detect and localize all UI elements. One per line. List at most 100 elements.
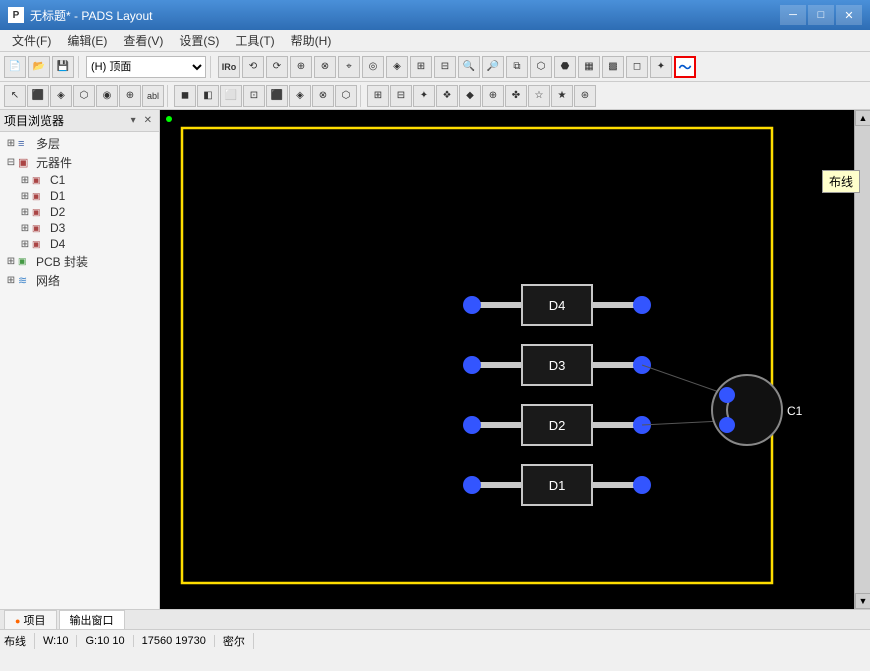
toolbar-1: 📄 📂 💾 (H) 顶面 IRo ⟲ ⟳ ⊕ ⊗ ⌖ ◎ ◈ ⊞ ⊟ 🔍 🔎 ⧉… (0, 52, 870, 82)
status-w: W:10 (43, 635, 77, 647)
tb-a10[interactable]: 🔍 (458, 56, 480, 78)
canvas-area[interactable]: D4 D3 D2 (160, 110, 870, 609)
tab-output[interactable]: 输出窗口 (59, 610, 125, 629)
tb-a1[interactable]: ⟲ (242, 56, 264, 78)
tb-a11[interactable]: 🔎 (482, 56, 504, 78)
bottom-tabs: ● 项目 输出窗口 (0, 609, 870, 629)
tb2-13[interactable]: ⊗ (312, 85, 334, 107)
tb-a5[interactable]: ⌖ (338, 56, 360, 78)
tb-a8[interactable]: ⊞ (410, 56, 432, 78)
tree-item-d4[interactable]: ⊞ ▣ D4 (0, 236, 159, 252)
tb2-12[interactable]: ◈ (289, 85, 311, 107)
sidebar-float-btn[interactable]: ✕ (141, 114, 155, 127)
expand-icon-comp[interactable]: ⊟ (4, 157, 18, 168)
tb2-6[interactable]: abl (142, 85, 164, 107)
tb2-19[interactable]: ◆ (459, 85, 481, 107)
tb-a14[interactable]: ⬣ (554, 56, 576, 78)
tb-a13[interactable]: ⬡ (530, 56, 552, 78)
tb2-8[interactable]: ◧ (197, 85, 219, 107)
menu-file[interactable]: 文件(F) (4, 30, 59, 51)
tb-a18[interactable]: ✦ (650, 56, 672, 78)
status-mode-label: 布线 (4, 633, 26, 649)
multilayer-label: 多层 (36, 135, 60, 152)
pcb-canvas: D4 D3 D2 (160, 110, 854, 609)
scroll-up-btn[interactable]: ▲ (855, 110, 870, 126)
tb2-14[interactable]: ⬡ (335, 85, 357, 107)
tree-item-pcb[interactable]: ⊞ ▣ PCB 封装 (0, 252, 159, 271)
layer-select[interactable]: (H) 顶面 (86, 56, 206, 78)
sidebar-pin-btn[interactable]: ▾ (128, 114, 139, 127)
tb2-7[interactable]: ◼ (174, 85, 196, 107)
tb2-20[interactable]: ⊕ (482, 85, 504, 107)
tree-item-c1[interactable]: ⊞ ▣ C1 (0, 172, 159, 188)
select-tool[interactable]: ↖ (4, 85, 26, 107)
open-button[interactable]: 📂 (28, 56, 50, 78)
sidebar-controls[interactable]: ▾ ✕ (128, 114, 155, 127)
multilayer-icon: ≡ (18, 138, 34, 150)
status-w-label: W:10 (43, 635, 68, 647)
expand-pcb[interactable]: ⊞ (4, 256, 18, 267)
app-icon: P (8, 7, 24, 23)
route-button[interactable]: 〜 (674, 56, 696, 78)
tree-item-d2[interactable]: ⊞ ▣ D2 (0, 204, 159, 220)
tb-a3[interactable]: ⊕ (290, 56, 312, 78)
tree-item-components[interactable]: ⊟ ▣ 元器件 (0, 153, 159, 172)
tree-item-d1[interactable]: ⊞ ▣ D1 (0, 188, 159, 204)
svg-text:D2: D2 (549, 418, 566, 433)
expand-icon[interactable]: ⊞ (4, 138, 18, 149)
tb-a12[interactable]: ⧉ (506, 56, 528, 78)
tb-a9[interactable]: ⊟ (434, 56, 456, 78)
tb-a2[interactable]: ⟳ (266, 56, 288, 78)
new-button[interactable]: 📄 (4, 56, 26, 78)
tb2-23[interactable]: ★ (551, 85, 573, 107)
tb-a7[interactable]: ◈ (386, 56, 408, 78)
tb-iro[interactable]: IRo (218, 56, 240, 78)
tb-a4[interactable]: ⊗ (314, 56, 336, 78)
minimize-button[interactable]: ─ (780, 5, 806, 25)
tb-a17[interactable]: ◻ (626, 56, 648, 78)
tb2-21[interactable]: ✤ (505, 85, 527, 107)
status-unit: 密尔 (223, 633, 254, 649)
scroll-down-btn[interactable]: ▼ (855, 593, 870, 609)
tb2-9[interactable]: ⬜ (220, 85, 242, 107)
expand-d1[interactable]: ⊞ (18, 191, 32, 202)
tb2-18[interactable]: ❖ (436, 85, 458, 107)
menu-tools[interactable]: 工具(T) (227, 30, 282, 51)
tb-a16[interactable]: ▩ (602, 56, 624, 78)
status-bar: 布线 W:10 G:10 10 17560 19730 密尔 (0, 629, 870, 651)
expand-net[interactable]: ⊞ (4, 275, 18, 286)
tb2-11[interactable]: ⬛ (266, 85, 288, 107)
tree-item-d3[interactable]: ⊞ ▣ D3 (0, 220, 159, 236)
d4-icon: ▣ (32, 239, 48, 250)
tb2-3[interactable]: ⬡ (73, 85, 95, 107)
expand-d2[interactable]: ⊞ (18, 207, 32, 218)
sidebar-content: ⊞ ≡ 多层 ⊟ ▣ 元器件 ⊞ ▣ C1 ⊞ ▣ D1 (0, 132, 159, 609)
tree-item-multilayer[interactable]: ⊞ ≡ 多层 (0, 134, 159, 153)
expand-d3[interactable]: ⊞ (18, 223, 32, 234)
menu-edit[interactable]: 编辑(E) (59, 30, 115, 51)
expand-d4[interactable]: ⊞ (18, 239, 32, 250)
save-button[interactable]: 💾 (52, 56, 74, 78)
tb2-17[interactable]: ✦ (413, 85, 435, 107)
expand-c1[interactable]: ⊞ (18, 175, 32, 186)
tb2-22[interactable]: ☆ (528, 85, 550, 107)
menu-settings[interactable]: 设置(S) (171, 30, 227, 51)
menu-help[interactable]: 帮助(H) (283, 30, 340, 51)
tb2-24[interactable]: ⊛ (574, 85, 596, 107)
window-controls[interactable]: ─ □ ✕ (780, 5, 862, 25)
tb2-15[interactable]: ⊞ (367, 85, 389, 107)
tb2-4[interactable]: ◉ (96, 85, 118, 107)
tb2-5[interactable]: ⊕ (119, 85, 141, 107)
tb2-10[interactable]: ⊡ (243, 85, 265, 107)
tb2-16[interactable]: ⊟ (390, 85, 412, 107)
close-button[interactable]: ✕ (836, 5, 862, 25)
tb2-1[interactable]: ⬛ (27, 85, 49, 107)
tab-project[interactable]: ● 项目 (4, 610, 57, 630)
tree-item-net[interactable]: ⊞ ≋ 网络 (0, 271, 159, 290)
tb-a6[interactable]: ◎ (362, 56, 384, 78)
maximize-button[interactable]: □ (808, 5, 834, 25)
menu-view[interactable]: 查看(V) (115, 30, 171, 51)
tb-a15[interactable]: ▦ (578, 56, 600, 78)
tb2-2[interactable]: ◈ (50, 85, 72, 107)
svg-text:D3: D3 (549, 358, 566, 373)
